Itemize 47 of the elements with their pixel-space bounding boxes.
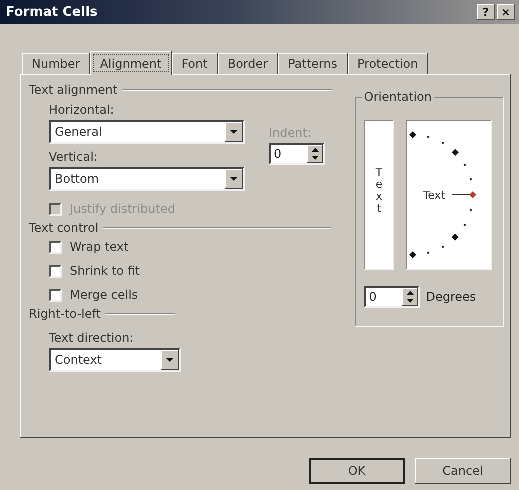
vertical-text-button[interactable]: Text (364, 120, 394, 270)
group-legend: Right-to-left (29, 307, 101, 321)
spin-arrows-icon[interactable] (402, 288, 418, 306)
spinner-value: 0 (369, 290, 377, 304)
checkbox[interactable] (49, 264, 62, 278)
group-legend: Orientation (362, 90, 434, 104)
group-legend: Text control (29, 221, 99, 235)
checkbox-label: Wrap text (70, 240, 129, 254)
field-label: Text direction: (49, 331, 135, 345)
vertical-dropdown[interactable]: Bottom (49, 167, 245, 191)
checkbox[interactable] (49, 288, 62, 302)
help-button[interactable]: ? (477, 4, 495, 20)
checkbox-label: Shrink to fit (70, 264, 140, 278)
text-direction-dropdown[interactable]: Context (49, 348, 181, 372)
horizontal-dropdown[interactable]: General (49, 120, 245, 144)
checkbox-label: Justify distributed (70, 202, 176, 216)
spinner-field[interactable]: 0 (364, 286, 420, 308)
orientation-dial[interactable]: Text (406, 120, 492, 270)
checkbox[interactable] (49, 240, 62, 254)
dropdown-arrow-icon (166, 358, 174, 362)
spin-arrows-icon[interactable] (307, 145, 323, 163)
tab[interactable]: Patterns (278, 53, 348, 74)
cancel-button[interactable]: Cancel (415, 458, 511, 484)
tab[interactable]: Border (218, 53, 278, 74)
field-label: Horizontal: (49, 103, 116, 117)
group-legend: Text alignment (29, 83, 118, 97)
tab[interactable]: Font (172, 53, 218, 74)
indent-label: Indent: (269, 126, 312, 140)
degrees-label: Degrees (426, 290, 476, 304)
close-button[interactable]: × (497, 4, 515, 20)
tab[interactable]: Protection (348, 53, 428, 74)
field-label: Vertical: (49, 150, 99, 164)
ok-button[interactable]: OK (309, 458, 405, 484)
dropdown-button[interactable] (225, 122, 243, 142)
dropdown-value: Context (55, 353, 102, 367)
dropdown-value: Bottom (55, 172, 100, 186)
tab[interactable]: Alignment (90, 51, 172, 75)
dropdown-value: General (55, 125, 102, 139)
spinner-value: 0 (274, 147, 282, 161)
dial-label: Text (423, 188, 446, 202)
dropdown-button[interactable] (161, 350, 179, 370)
dropdown-arrow-icon (230, 130, 238, 134)
tab[interactable]: Number (22, 53, 90, 74)
window-title: Format Cells (6, 4, 98, 20)
dropdown-arrow-icon (230, 177, 238, 181)
checkbox-label: Merge cells (70, 288, 138, 302)
dropdown-button[interactable] (225, 169, 243, 189)
